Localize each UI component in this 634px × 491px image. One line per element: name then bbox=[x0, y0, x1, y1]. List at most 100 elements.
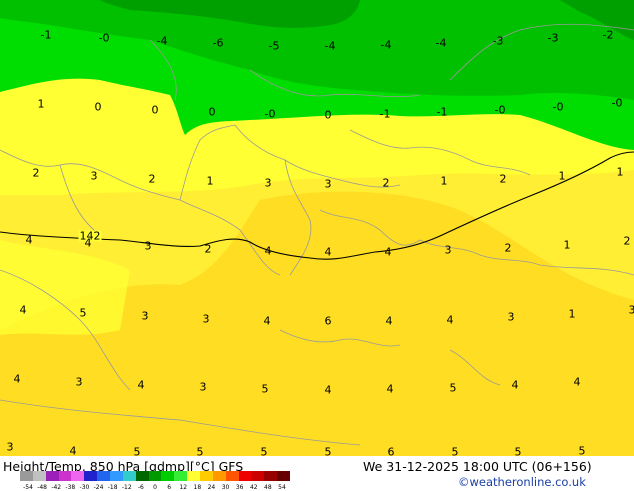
temperature-label: 3 bbox=[76, 377, 83, 388]
temperature-label: 4 bbox=[574, 377, 581, 388]
temperature-label: 3 bbox=[203, 314, 210, 325]
temperature-label: 0 bbox=[325, 110, 332, 121]
valid-time: We 31-12-2025 18:00 UTC (06+156) bbox=[363, 459, 592, 474]
colorbar-segment bbox=[200, 471, 213, 481]
colorbar-segment bbox=[251, 471, 264, 481]
temperature-label: 5 bbox=[452, 447, 459, 457]
temperature-label: 4 bbox=[387, 384, 394, 395]
temperature-label: -3 bbox=[493, 36, 504, 47]
temperature-label: 5 bbox=[515, 447, 522, 457]
temperature-label: -5 bbox=[269, 41, 280, 52]
temperature-label: 1 bbox=[569, 309, 576, 320]
temperature-label: 2 bbox=[624, 236, 631, 247]
temperature-label: 3 bbox=[142, 311, 149, 322]
temperature-label: 4 bbox=[14, 374, 21, 385]
temperature-label: -4 bbox=[157, 36, 168, 47]
temperature-label: 3 bbox=[91, 171, 98, 182]
temperature-label: 3 bbox=[200, 382, 207, 393]
temperature-label: 4 bbox=[26, 235, 33, 246]
temperature-label: 3 bbox=[145, 241, 152, 252]
map-canvas bbox=[0, 0, 634, 456]
colorbar-segment bbox=[20, 471, 33, 481]
temperature-label: 1 bbox=[564, 240, 571, 251]
temperature-label: -0 bbox=[612, 98, 623, 109]
temperature-label: 4 bbox=[70, 446, 77, 457]
temperature-label: 3 bbox=[445, 245, 452, 256]
temperature-label: 0 bbox=[209, 107, 216, 118]
temperature-label: -3 bbox=[548, 33, 559, 44]
temperature-label: -0 bbox=[495, 105, 506, 116]
temperature-label: -0 bbox=[99, 33, 110, 44]
temperature-label: 5 bbox=[579, 446, 586, 457]
colorbar-segment bbox=[187, 471, 200, 481]
colorbar-segment bbox=[123, 471, 136, 481]
temperature-label: 2 bbox=[33, 168, 40, 179]
temperature-label: 5 bbox=[197, 447, 204, 457]
temperature-label: 2 bbox=[383, 178, 390, 189]
temperature-label: 4 bbox=[264, 316, 271, 327]
temperature-label: 4 bbox=[265, 246, 272, 257]
colorbar-segment bbox=[136, 471, 149, 481]
temperature-label: 1 bbox=[207, 176, 214, 187]
map-footer: Height/Temp. 850 hPa [gdmp][°C] GFS We 3… bbox=[0, 456, 634, 490]
temperature-label: 4 bbox=[325, 385, 332, 396]
temperature-label: 2 bbox=[505, 243, 512, 254]
temperature-label: 3 bbox=[325, 179, 332, 190]
temperature-label: 2 bbox=[500, 174, 507, 185]
temperature-label: 3 bbox=[629, 305, 634, 316]
colorbar-segment bbox=[97, 471, 110, 481]
colorbar-segment bbox=[59, 471, 72, 481]
temperature-label: 6 bbox=[388, 447, 395, 457]
temperature-label: 5 bbox=[134, 447, 141, 457]
temperature-label: -4 bbox=[381, 40, 392, 51]
colorbar-segment bbox=[33, 471, 46, 481]
temperature-label: 5 bbox=[261, 447, 268, 457]
temperature-label: -1 bbox=[41, 30, 52, 41]
colorbar-segment bbox=[46, 471, 59, 481]
temperature-label: -2 bbox=[603, 30, 614, 41]
temperature-label: 4 bbox=[447, 315, 454, 326]
forecast-map: 1 4 2 -1 -0 -4 -6 -5 -4 -4 -4 -3 -3 -2 1 0 0 0 -0 0 -1 -1 -0 -… bbox=[0, 0, 634, 456]
temperature-label: 0 bbox=[152, 105, 159, 116]
colorbar-segment bbox=[161, 471, 174, 481]
temperature-label: -0 bbox=[265, 109, 276, 120]
temperature-label: 4 bbox=[385, 247, 392, 258]
colorbar-segment bbox=[277, 471, 290, 481]
temperature-label: 6 bbox=[325, 316, 332, 327]
temperature-label: -1 bbox=[380, 109, 391, 120]
colorbar-segment bbox=[226, 471, 239, 481]
colorbar-segment bbox=[174, 471, 187, 481]
temperature-label: 2 bbox=[205, 244, 212, 255]
temperature-label: -4 bbox=[325, 41, 336, 52]
temperature-label: 5 bbox=[262, 384, 269, 395]
temperature-label: 5 bbox=[80, 308, 87, 319]
colorbar-segment bbox=[213, 471, 226, 481]
temperature-label: 5 bbox=[325, 447, 332, 457]
temperature-label: 1 bbox=[617, 167, 624, 178]
colorbar-segment bbox=[239, 471, 252, 481]
colorbar-segment bbox=[264, 471, 277, 481]
colorbar-segment bbox=[110, 471, 123, 481]
temperature-label: 3 bbox=[508, 312, 515, 323]
temperature-label: 4 bbox=[85, 238, 92, 249]
colorbar-segment bbox=[149, 471, 162, 481]
temperature-label: -4 bbox=[436, 38, 447, 49]
temperature-label: -1 bbox=[437, 107, 448, 118]
temperature-label: 4 bbox=[386, 316, 393, 327]
temperature-label: 2 bbox=[149, 174, 156, 185]
site-credit[interactable]: ©weatheronline.co.uk bbox=[458, 475, 586, 489]
temperature-label: 0 bbox=[95, 102, 102, 113]
temperature-label: 1 bbox=[441, 176, 448, 187]
temperature-label: 5 bbox=[450, 383, 457, 394]
temperature-label: -0 bbox=[553, 102, 564, 113]
colorbar-segment bbox=[71, 471, 84, 481]
temperature-label: -6 bbox=[213, 38, 224, 49]
temperature-label: 4 bbox=[138, 380, 145, 391]
temperature-label: 3 bbox=[7, 442, 14, 453]
temperature-label: 4 bbox=[20, 305, 27, 316]
temperature-label: 4 bbox=[325, 247, 332, 258]
temperature-label: 4 bbox=[512, 380, 519, 391]
temperature-label: 1 bbox=[38, 99, 45, 110]
temperature-label: 1 bbox=[559, 171, 566, 182]
temperature-label: 3 bbox=[265, 178, 272, 189]
